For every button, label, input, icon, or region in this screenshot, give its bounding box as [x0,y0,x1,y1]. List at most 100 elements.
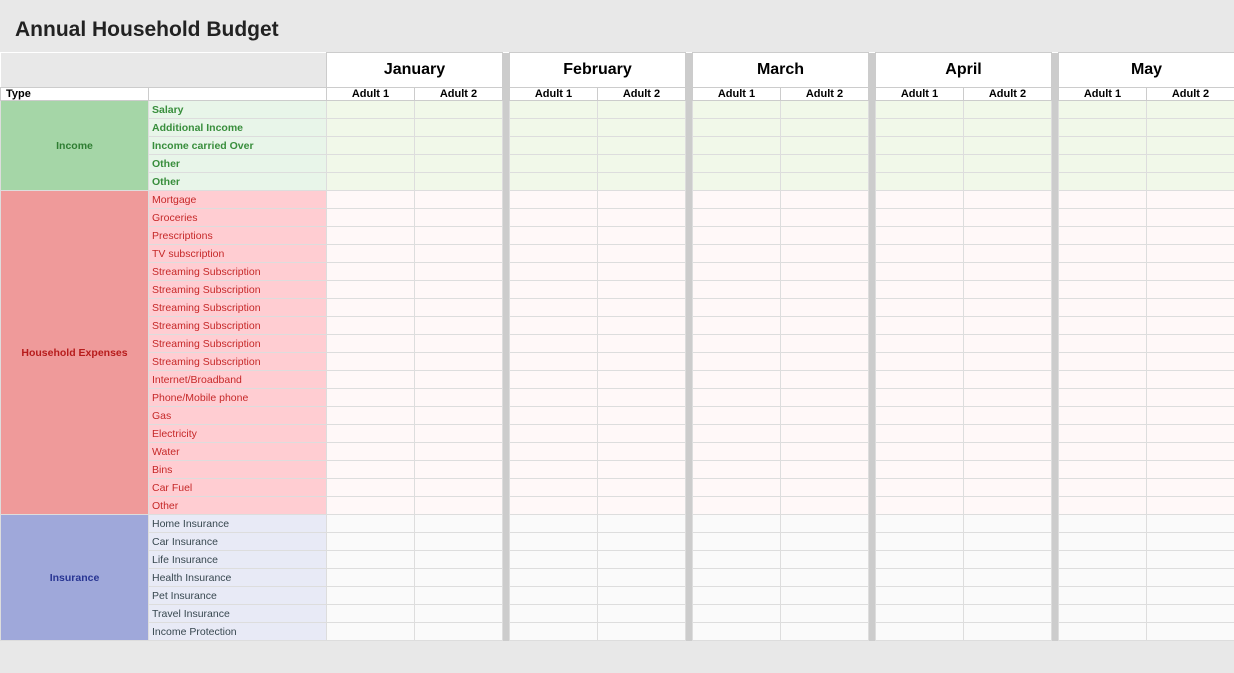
value-cell[interactable] [1059,425,1147,443]
value-cell[interactable] [876,119,964,137]
value-cell[interactable] [510,425,598,443]
value-cell[interactable] [964,515,1052,533]
value-cell[interactable] [510,479,598,497]
value-cell[interactable] [964,119,1052,137]
value-cell[interactable] [964,353,1052,371]
value-cell[interactable] [876,281,964,299]
value-cell[interactable] [510,101,598,119]
value-cell[interactable] [1059,299,1147,317]
value-cell[interactable] [876,623,964,641]
value-cell[interactable] [693,227,781,245]
value-cell[interactable] [964,605,1052,623]
value-cell[interactable] [415,497,503,515]
value-cell[interactable] [781,281,869,299]
value-cell[interactable] [964,335,1052,353]
value-cell[interactable] [327,371,415,389]
value-cell[interactable] [327,425,415,443]
value-cell[interactable] [1059,245,1147,263]
value-cell[interactable] [415,515,503,533]
value-cell[interactable] [1147,605,1234,623]
value-cell[interactable] [1147,227,1234,245]
value-cell[interactable] [1059,173,1147,191]
value-cell[interactable] [693,119,781,137]
value-cell[interactable] [510,299,598,317]
value-cell[interactable] [510,245,598,263]
value-cell[interactable] [1059,407,1147,425]
value-cell[interactable] [781,371,869,389]
value-cell[interactable] [693,263,781,281]
value-cell[interactable] [510,605,598,623]
value-cell[interactable] [693,281,781,299]
value-cell[interactable] [964,299,1052,317]
value-cell[interactable] [693,191,781,209]
value-cell[interactable] [693,389,781,407]
value-cell[interactable] [964,209,1052,227]
value-cell[interactable] [415,587,503,605]
value-cell[interactable] [781,173,869,191]
value-cell[interactable] [1147,461,1234,479]
value-cell[interactable] [876,407,964,425]
value-cell[interactable] [598,281,686,299]
value-cell[interactable] [510,227,598,245]
value-cell[interactable] [964,317,1052,335]
value-cell[interactable] [1059,443,1147,461]
value-cell[interactable] [327,335,415,353]
value-cell[interactable] [876,155,964,173]
value-cell[interactable] [415,389,503,407]
value-cell[interactable] [693,533,781,551]
value-cell[interactable] [693,407,781,425]
value-cell[interactable] [598,245,686,263]
value-cell[interactable] [510,587,598,605]
value-cell[interactable] [598,353,686,371]
value-cell[interactable] [876,479,964,497]
value-cell[interactable] [1147,263,1234,281]
value-cell[interactable] [1059,371,1147,389]
value-cell[interactable] [598,551,686,569]
value-cell[interactable] [876,497,964,515]
value-cell[interactable] [964,371,1052,389]
value-cell[interactable] [781,209,869,227]
value-cell[interactable] [598,299,686,317]
value-cell[interactable] [1059,533,1147,551]
value-cell[interactable] [598,191,686,209]
value-cell[interactable] [781,353,869,371]
value-cell[interactable] [415,245,503,263]
value-cell[interactable] [964,533,1052,551]
value-cell[interactable] [1147,191,1234,209]
value-cell[interactable] [781,623,869,641]
value-cell[interactable] [1147,173,1234,191]
value-cell[interactable] [781,155,869,173]
value-cell[interactable] [876,137,964,155]
value-cell[interactable] [415,101,503,119]
value-cell[interactable] [781,515,869,533]
value-cell[interactable] [327,587,415,605]
value-cell[interactable] [327,461,415,479]
value-cell[interactable] [1059,137,1147,155]
value-cell[interactable] [598,101,686,119]
value-cell[interactable] [693,425,781,443]
value-cell[interactable] [693,101,781,119]
value-cell[interactable] [876,173,964,191]
value-cell[interactable] [510,389,598,407]
value-cell[interactable] [693,605,781,623]
value-cell[interactable] [415,155,503,173]
value-cell[interactable] [693,551,781,569]
value-cell[interactable] [781,227,869,245]
value-cell[interactable] [964,389,1052,407]
value-cell[interactable] [510,137,598,155]
value-cell[interactable] [415,443,503,461]
value-cell[interactable] [781,317,869,335]
value-cell[interactable] [510,173,598,191]
value-cell[interactable] [964,479,1052,497]
value-cell[interactable] [415,299,503,317]
value-cell[interactable] [1147,209,1234,227]
value-cell[interactable] [510,623,598,641]
value-cell[interactable] [510,155,598,173]
value-cell[interactable] [964,461,1052,479]
value-cell[interactable] [415,173,503,191]
value-cell[interactable] [781,497,869,515]
value-cell[interactable] [781,245,869,263]
value-cell[interactable] [415,461,503,479]
value-cell[interactable] [1147,515,1234,533]
value-cell[interactable] [415,119,503,137]
